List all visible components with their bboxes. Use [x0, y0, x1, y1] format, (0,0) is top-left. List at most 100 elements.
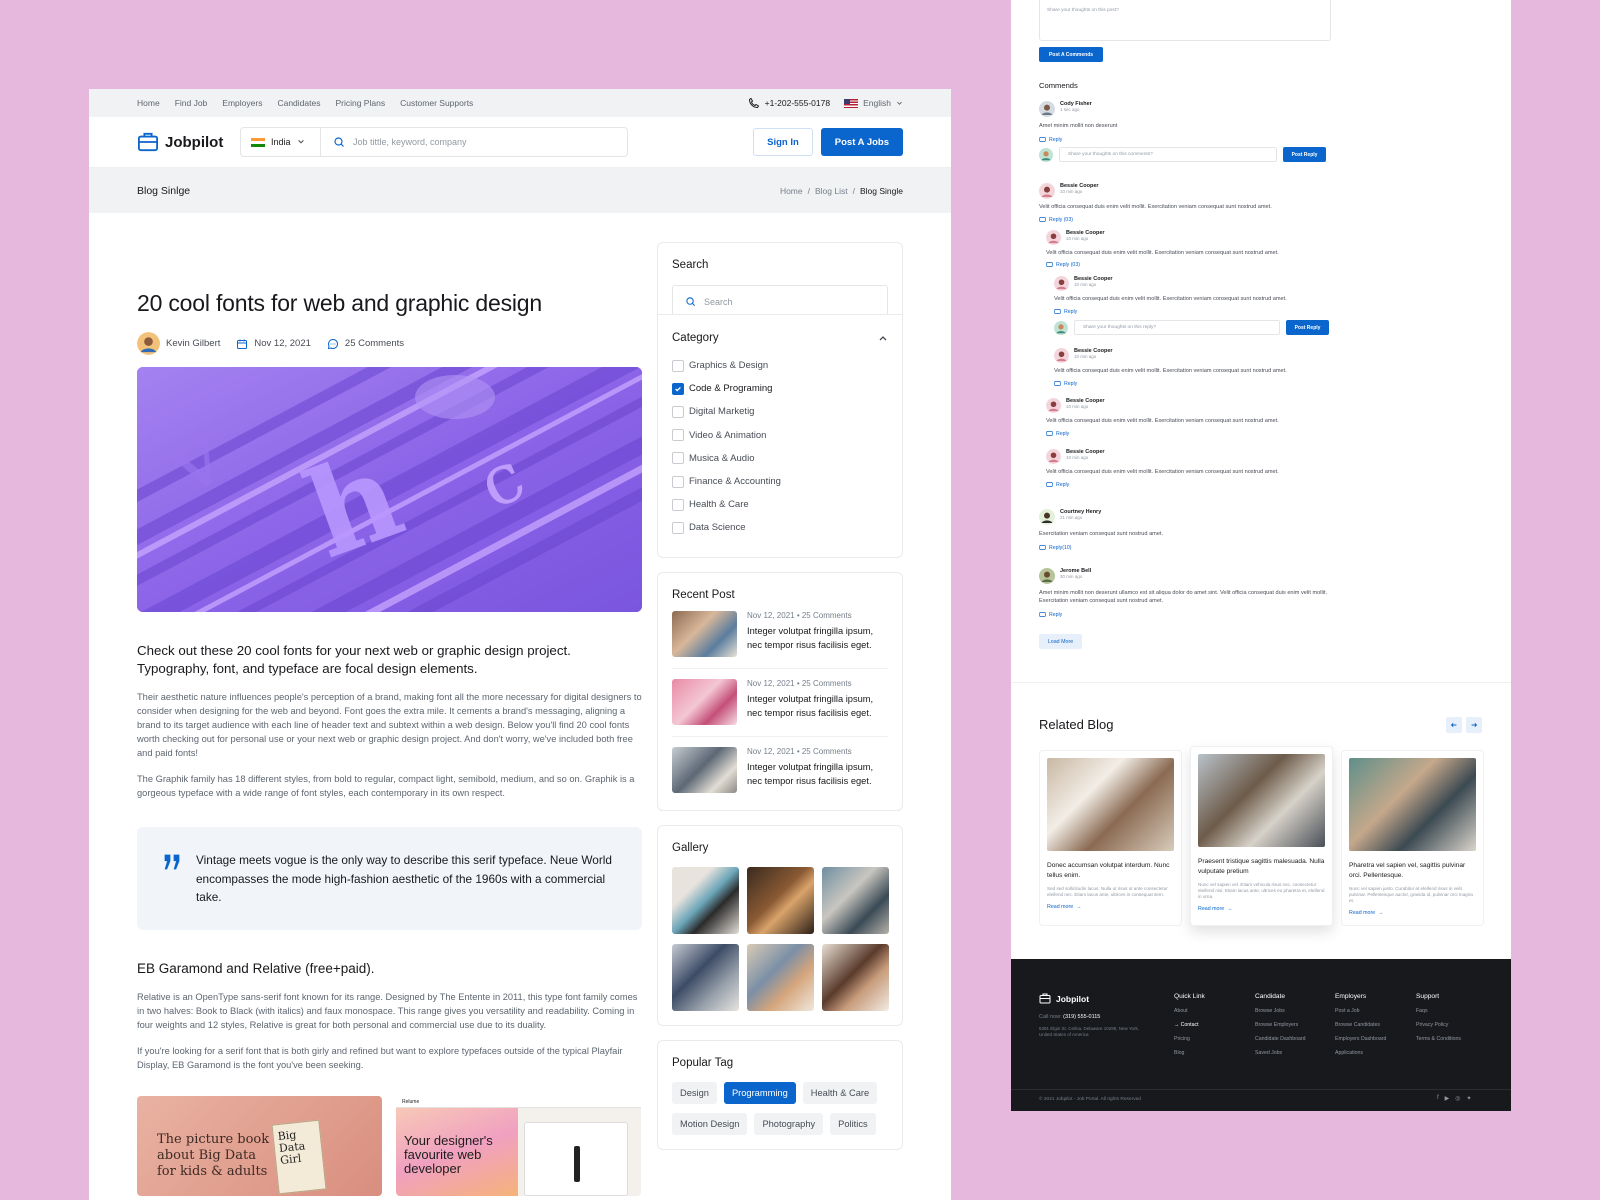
read-more-link[interactable]: Read more → [1047, 904, 1174, 910]
reply-button[interactable]: Reply(10) [1039, 544, 1329, 551]
footer-link[interactable]: Applications [1335, 1050, 1386, 1056]
read-more-link[interactable]: Read more → [1349, 910, 1476, 916]
comment-textarea[interactable]: Share your thoughts on this post? [1039, 0, 1331, 41]
category-item[interactable]: Musica & Audio [672, 447, 888, 470]
tag-active[interactable]: Programming [723, 1082, 796, 1104]
author-name[interactable]: Kevin Gilbert [166, 338, 220, 349]
category-item[interactable]: Finance & Accounting [672, 470, 888, 493]
reply-input[interactable]: Share your thoughts on this reply? [1074, 320, 1280, 335]
tag[interactable]: Motion Design [672, 1113, 748, 1135]
related-card[interactable]: Donec accumsan volutpat interdum. Nunc t… [1039, 750, 1182, 926]
reply-button[interactable]: Reply [1054, 380, 1329, 387]
footer-link-active[interactable]: → Contact [1174, 1022, 1205, 1028]
checkbox[interactable] [672, 359, 684, 372]
post-reply-button[interactable]: Post Reply [1286, 320, 1329, 335]
breadcrumb-home[interactable]: Home [780, 186, 803, 196]
reply-button[interactable]: Reply [1039, 136, 1329, 143]
footer-link[interactable]: Post a Job [1335, 1008, 1386, 1014]
footer-link[interactable]: Terms & Conditions [1416, 1036, 1461, 1042]
category-header[interactable]: Category [672, 332, 888, 344]
category-item[interactable]: Health & Care [672, 493, 888, 516]
gallery-image[interactable] [822, 944, 889, 1011]
footer-link[interactable]: Browse Candidates [1335, 1022, 1386, 1028]
footer-link[interactable]: Candidate Dashboard [1255, 1036, 1305, 1042]
facebook-icon[interactable]: f [1437, 1095, 1439, 1102]
checkbox[interactable] [672, 405, 684, 418]
footer-link[interactable]: Browse Jobs [1255, 1008, 1305, 1014]
post-comment-button[interactable]: Post A Commends [1039, 47, 1103, 62]
reply-button[interactable]: Reply [1054, 308, 1329, 315]
gallery-image[interactable] [747, 944, 814, 1011]
nav-candidates[interactable]: Candidates [277, 98, 320, 108]
category-item[interactable]: Video & Animation [672, 424, 888, 447]
footer-link[interactable]: Employers Dashboard [1335, 1036, 1386, 1042]
nav-employers[interactable]: Employers [222, 98, 262, 108]
checkbox-checked[interactable] [672, 382, 684, 395]
checkbox[interactable] [672, 521, 684, 534]
post-reply-button[interactable]: Post Reply [1283, 147, 1326, 162]
article-title: 20 cool fonts for web and graphic design [137, 290, 542, 316]
footer-link[interactable]: About [1174, 1008, 1205, 1014]
tag[interactable]: Health & Care [802, 1082, 878, 1104]
reply-button[interactable]: Reply [1046, 481, 1329, 488]
related-card-highlighted[interactable]: Praesent tristique sagittis malesuada. N… [1190, 746, 1333, 926]
logo[interactable]: Jobpilot [137, 132, 237, 152]
category-item[interactable]: Digital Marketig [672, 400, 888, 423]
article-paragraph: If you're looking for a serif font that … [137, 1046, 623, 1070]
tag[interactable]: Politics [830, 1113, 876, 1135]
load-more-button[interactable]: Load More [1039, 634, 1082, 649]
twitter-icon[interactable]: ✦ [1467, 1095, 1472, 1102]
footer-link[interactable]: Pricing [1174, 1036, 1205, 1042]
checkbox[interactable] [672, 498, 684, 511]
gallery-image[interactable] [672, 944, 739, 1011]
avatar [1039, 509, 1055, 525]
nav-find-job[interactable]: Find Job [175, 98, 208, 108]
footer-link[interactable]: Saved Jobs [1255, 1050, 1305, 1056]
related-image [1198, 754, 1325, 847]
tag[interactable]: Photography [754, 1113, 824, 1135]
country-select[interactable]: India [241, 128, 321, 156]
reply-button[interactable]: Reply [1046, 430, 1329, 437]
reply-button[interactable]: Reply (03) [1046, 261, 1329, 268]
language-select[interactable]: English [844, 98, 903, 108]
post-title[interactable]: Integer volutpat fringilla ipsum, nec te… [747, 693, 888, 720]
nav-home[interactable]: Home [137, 98, 160, 108]
footer-link[interactable]: Browse Employers [1255, 1022, 1305, 1028]
related-card[interactable]: Pharetra vel sapien vel, sagittis pulvin… [1341, 750, 1484, 926]
job-search-input[interactable]: Job tittle, keyword, company [321, 136, 467, 148]
reply-input[interactable]: Share your thoughts on this comments? [1059, 147, 1277, 162]
prev-arrow-button[interactable] [1446, 717, 1462, 733]
author-avatar [137, 332, 160, 355]
gallery-image[interactable] [747, 867, 814, 934]
category-item[interactable]: Code & Programing [672, 377, 888, 400]
youtube-icon[interactable]: ▶ [1445, 1095, 1450, 1102]
checkbox[interactable] [672, 429, 684, 442]
recent-post-item[interactable]: Nov 12, 2021 • 25 Comments Integer volut… [672, 601, 888, 669]
main-header: Jobpilot India Job tittle, keyword, comp… [89, 117, 951, 168]
post-title[interactable]: Integer volutpat fringilla ipsum, nec te… [747, 625, 888, 652]
next-arrow-button[interactable] [1466, 717, 1482, 733]
post-job-button[interactable]: Post A Jobs [820, 128, 903, 156]
comment-count[interactable]: 25 Comments [345, 338, 404, 349]
recent-post-item[interactable]: Nov 12, 2021 • 25 Comments Integer volut… [672, 737, 888, 804]
gallery-image[interactable] [822, 867, 889, 934]
tag[interactable]: Design [672, 1082, 717, 1104]
footer-link[interactable]: Faqs [1416, 1008, 1461, 1014]
post-title[interactable]: Integer volutpat fringilla ipsum, nec te… [747, 761, 888, 788]
category-item[interactable]: Data Science [672, 516, 888, 539]
instagram-icon[interactable]: ◎ [1455, 1095, 1460, 1102]
nav-pricing[interactable]: Pricing Plans [335, 98, 385, 108]
reply-button[interactable]: Reply (03) [1039, 216, 1329, 223]
read-more-link[interactable]: Read more → [1198, 906, 1325, 912]
category-item[interactable]: Graphics & Design [672, 354, 888, 377]
sign-in-button[interactable]: Sign In [753, 128, 813, 156]
nav-support[interactable]: Customer Supports [400, 98, 473, 108]
checkbox[interactable] [672, 452, 684, 465]
footer-link[interactable]: Blog [1174, 1050, 1205, 1056]
reply-button[interactable]: Reply [1039, 611, 1329, 618]
gallery-image[interactable] [672, 867, 739, 934]
checkbox[interactable] [672, 475, 684, 488]
footer-link[interactable]: Privacy Policy [1416, 1022, 1461, 1028]
recent-post-item[interactable]: Nov 12, 2021 • 25 Comments Integer volut… [672, 669, 888, 737]
breadcrumb-blog-list[interactable]: Blog List [815, 186, 848, 196]
